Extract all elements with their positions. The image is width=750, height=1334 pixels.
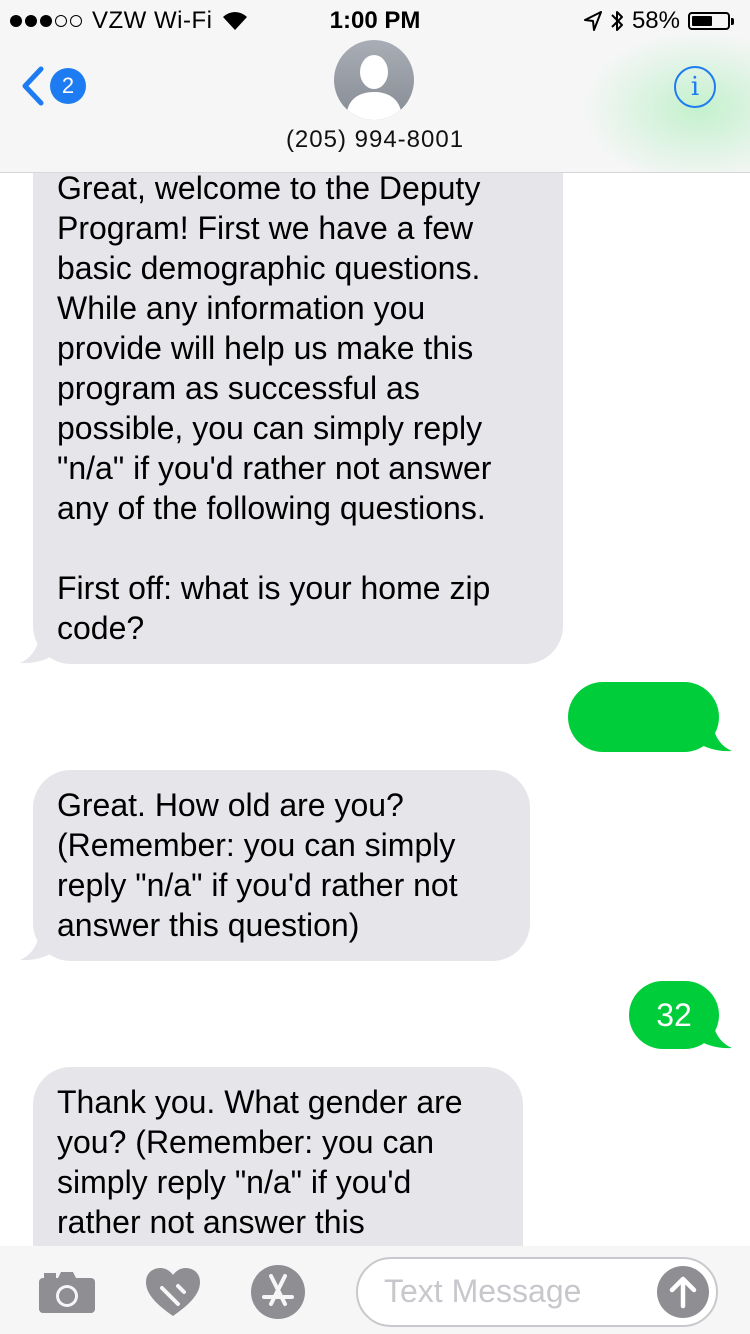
- contact-avatar-icon[interactable]: [334, 40, 414, 120]
- back-button[interactable]: 2: [20, 66, 86, 106]
- incoming-message[interactable]: Great, welcome to the Deputy Program! Fi…: [33, 104, 563, 664]
- location-arrow-icon: [583, 11, 602, 31]
- send-arrow-icon: [669, 1276, 697, 1309]
- unread-count-badge: 2: [50, 68, 86, 104]
- outgoing-bubble-tail: [694, 716, 732, 752]
- compose-bar: Text Message: [0, 1246, 750, 1334]
- contact-name[interactable]: (205) 994-8001: [0, 126, 750, 154]
- message-thread[interactable]: Great, welcome to the Deputy Program! Fi…: [0, 0, 750, 1334]
- text-message-placeholder: Text Message: [384, 1273, 582, 1309]
- digital-touch-heart-icon[interactable]: [144, 1266, 202, 1318]
- send-button[interactable]: [657, 1266, 709, 1318]
- info-icon[interactable]: i: [674, 66, 716, 108]
- app-store-icon[interactable]: [250, 1264, 306, 1320]
- outgoing-bubble-tail: [694, 1013, 732, 1049]
- status-bar: VZW Wi-Fi 1:00 PM 58%: [0, 0, 750, 40]
- bluetooth-icon: [611, 11, 623, 31]
- back-chevron-icon: [22, 66, 44, 106]
- text-message-input[interactable]: Text Message: [356, 1257, 718, 1327]
- zip-code-link[interactable]: 35222: [599, 839, 688, 875]
- person-silhouette-icon: [346, 55, 402, 120]
- incoming-bubble-tail: [20, 628, 58, 664]
- camera-icon[interactable]: [38, 1270, 96, 1314]
- incoming-message[interactable]: Great. How old are you? (Remember: you c…: [33, 770, 530, 961]
- battery-percent: 58%: [631, 7, 680, 34]
- battery-icon: [688, 12, 734, 30]
- incoming-bubble-tail: [20, 925, 58, 961]
